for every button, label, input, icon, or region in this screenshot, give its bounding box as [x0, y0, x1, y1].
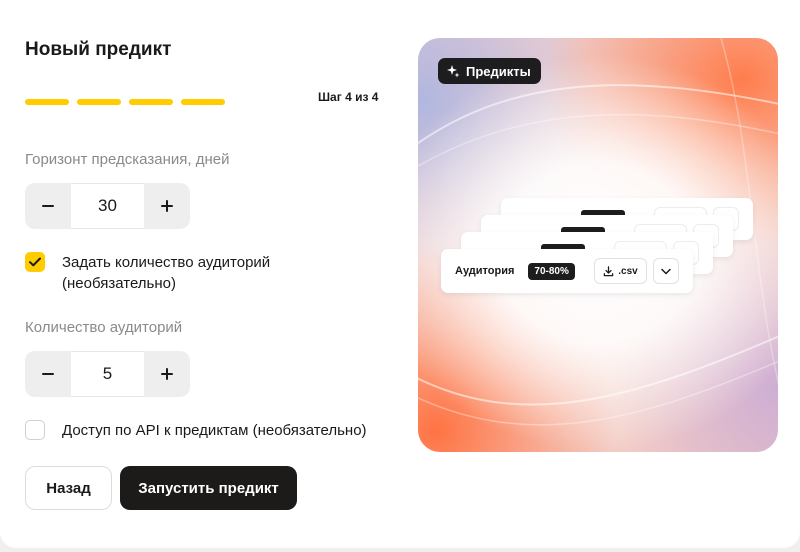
step-progress	[25, 99, 225, 105]
step-indicator-2	[77, 99, 121, 105]
step-indicator-3	[129, 99, 173, 105]
audiences-decrement-button[interactable]	[25, 351, 71, 397]
step-label: Шаг 4 из 4	[318, 90, 379, 104]
set-audiences-checkbox[interactable]	[25, 252, 45, 272]
audience-label: Аудитория	[455, 265, 515, 277]
audiences-count-input[interactable]: 5	[71, 351, 144, 397]
plus-icon	[161, 368, 173, 380]
set-audiences-label: Задать количество аудиторий (необязатель…	[62, 254, 271, 292]
audiences-count-label: Количество аудиторий	[25, 319, 183, 336]
audience-range-badge: 70-80%	[528, 262, 575, 280]
back-button[interactable]: Назад	[25, 466, 112, 510]
predicts-badge-label: Предикты	[466, 63, 531, 79]
horizon-label: Горизонт предсказания, дней	[25, 151, 230, 168]
horizon-stepper: 30	[25, 183, 190, 229]
more-options-button	[653, 258, 679, 284]
horizon-increment-button[interactable]	[144, 183, 190, 229]
audiences-increment-button[interactable]	[144, 351, 190, 397]
audience-preview-card: Аудитория 70-80% .csv	[441, 249, 693, 293]
download-icon	[603, 265, 614, 276]
audiences-count-stepper: 5	[25, 351, 190, 397]
api-access-row[interactable]: Доступ по API к предиктам (необязательно…	[25, 420, 367, 441]
check-icon	[29, 257, 41, 267]
horizon-input[interactable]: 30	[71, 183, 144, 229]
set-audiences-row[interactable]: Задать количество аудиторий (необязатель…	[25, 252, 315, 294]
run-predict-button[interactable]: Запустить предикт	[120, 466, 297, 510]
step-indicator-1	[25, 99, 69, 105]
page-title: Новый предикт	[25, 39, 172, 60]
api-access-label: Доступ по API к предиктам (необязательно…	[62, 422, 367, 439]
step-indicator-4	[181, 99, 225, 105]
predicts-badge: Предикты	[438, 58, 541, 84]
chevron-down-icon	[661, 268, 671, 274]
minus-icon	[42, 205, 54, 207]
minus-icon	[42, 373, 54, 375]
horizon-decrement-button[interactable]	[25, 183, 71, 229]
csv-download-button: .csv	[594, 258, 647, 284]
api-access-checkbox[interactable]	[25, 420, 45, 440]
new-predict-card: Новый предикт Шаг 4 из 4 Горизонт предск…	[0, 0, 800, 548]
plus-icon	[161, 200, 173, 212]
sparkle-icon	[447, 65, 460, 78]
csv-label: .csv	[618, 265, 638, 277]
promo-illustration: Предикты Аудитория 70-80% .csv	[418, 38, 778, 452]
